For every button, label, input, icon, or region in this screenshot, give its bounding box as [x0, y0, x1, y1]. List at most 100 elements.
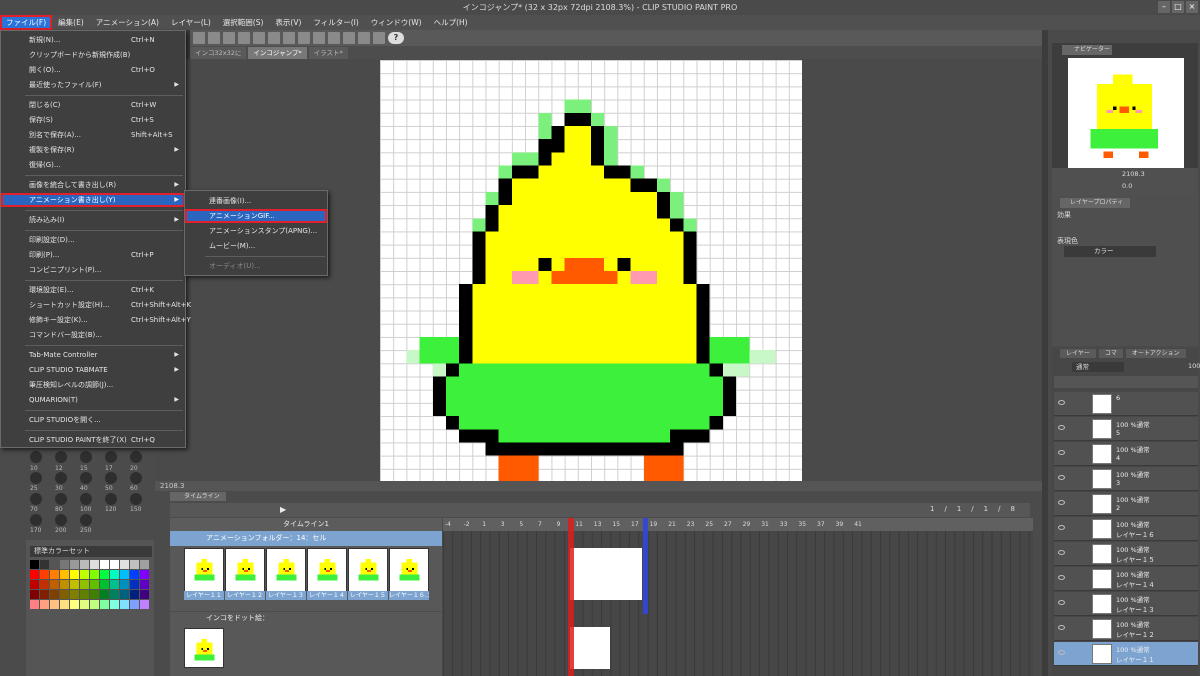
color-swatch[interactable]	[30, 570, 39, 579]
color-swatch[interactable]	[60, 580, 69, 589]
color-swatch[interactable]	[100, 590, 109, 599]
snap-grid-icon[interactable]	[373, 32, 385, 44]
tab-inko-jump[interactable]: インコジャンプ*	[248, 47, 307, 59]
brush-size-dot[interactable]	[105, 451, 117, 463]
timeline-name[interactable]: タイムライン1	[170, 518, 442, 531]
playhead[interactable]	[568, 518, 574, 676]
color-swatch[interactable]	[40, 560, 49, 569]
color-swatch[interactable]	[100, 580, 109, 589]
color-swatch[interactable]	[70, 600, 79, 609]
color-swatch[interactable]	[100, 600, 109, 609]
color-swatch[interactable]	[40, 580, 49, 589]
help-icon[interactable]: ?	[388, 32, 404, 44]
opacity-value[interactable]: 100	[1188, 362, 1200, 370]
invert-selection-icon[interactable]	[328, 32, 340, 44]
color-swatch[interactable]	[60, 560, 69, 569]
color-swatch[interactable]	[70, 570, 79, 579]
file-menu-item[interactable]: 閉じる(C) Ctrl+W	[1, 98, 185, 112]
layer-row[interactable]: 100 %通常 レイヤー１６	[1054, 517, 1198, 541]
file-menu-item[interactable]: コンビニプリント(P)...	[1, 263, 185, 277]
color-swatch[interactable]	[110, 590, 119, 599]
color-swatch[interactable]	[90, 560, 99, 569]
color-swatch[interactable]	[140, 580, 149, 589]
clear-icon[interactable]	[268, 32, 280, 44]
color-set-select[interactable]: 標準カラーセット	[30, 546, 152, 557]
timeline-cel-strip[interactable]	[570, 548, 642, 600]
file-menu-item[interactable]: アニメーション書き出し(Y) ▶	[1, 193, 185, 207]
brush-size-dot[interactable]	[80, 451, 92, 463]
brush-size-dot[interactable]	[130, 451, 142, 463]
brush-size-dot[interactable]	[80, 514, 92, 526]
navigator-tab[interactable]: ナビゲーター	[1062, 45, 1112, 55]
animation-gif-menu-item[interactable]: アニメーションGIF...	[185, 209, 327, 223]
brush-size-dot[interactable]	[30, 514, 42, 526]
menu-layer[interactable]: レイヤー(L)	[165, 15, 217, 30]
file-menu-item[interactable]: ショートカット設定(H)... Ctrl+Shift+Alt+K	[1, 298, 191, 312]
navigator-zoom[interactable]: 2108.3	[1122, 170, 1145, 178]
file-menu-item[interactable]: CLIP STUDIOを開く...	[1, 413, 185, 427]
color-swatch[interactable]	[50, 590, 59, 599]
file-menu-item[interactable]: Tab-Mate Controller ▶	[1, 348, 185, 362]
color-swatch[interactable]	[130, 580, 139, 589]
menu-help[interactable]: ヘルプ(H)	[428, 15, 474, 30]
file-menu-item[interactable]: 印刷(P)... Ctrl+P	[1, 248, 185, 262]
color-swatch[interactable]	[120, 560, 129, 569]
eye-icon[interactable]	[1058, 550, 1065, 555]
color-swatch[interactable]	[60, 570, 69, 579]
file-menu-item[interactable]: 複製を保存(R) ▶	[1, 143, 185, 157]
navigator-rotate[interactable]: 0.0	[1122, 182, 1132, 190]
minimize-button[interactable]: –	[1158, 1, 1170, 13]
submenu-item[interactable]: ムービー(M)...	[185, 239, 327, 253]
file-menu-item[interactable]: 環境設定(E)... Ctrl+K	[1, 283, 185, 297]
color-swatch[interactable]	[50, 580, 59, 589]
brush-size-dot[interactable]	[105, 472, 117, 484]
timeline-frames[interactable]	[443, 531, 1033, 676]
color-swatch[interactable]	[140, 560, 149, 569]
new-file-icon[interactable]	[193, 32, 205, 44]
color-swatch[interactable]	[80, 600, 89, 609]
tab-inko32[interactable]: インコ32x32に	[190, 47, 247, 59]
color-swatch[interactable]	[140, 590, 149, 599]
timeline-keyframe-thumb[interactable]	[570, 627, 610, 669]
color-swatch[interactable]	[70, 580, 79, 589]
color-swatch[interactable]	[80, 590, 89, 599]
layer-row[interactable]: 100 %通常 レイヤー１５	[1054, 542, 1198, 566]
color-swatch[interactable]	[30, 590, 39, 599]
color-swatch[interactable]	[110, 580, 119, 589]
color-swatch[interactable]	[40, 600, 49, 609]
color-swatch[interactable]	[70, 590, 79, 599]
color-swatch[interactable]	[80, 560, 89, 569]
transform-icon[interactable]	[298, 32, 310, 44]
layer-row[interactable]: 100 %通常 レイヤー１２	[1054, 617, 1198, 641]
file-menu-item[interactable]: 読み込み(I) ▶	[1, 213, 185, 227]
color-swatch[interactable]	[40, 570, 49, 579]
color-swatch[interactable]	[130, 570, 139, 579]
color-swatch[interactable]	[130, 560, 139, 569]
color-swatch[interactable]	[110, 560, 119, 569]
layer-row[interactable]: 100 %通常 3	[1054, 467, 1198, 491]
submenu-item[interactable]: 連番画像(I)...	[185, 194, 327, 208]
snap-icon[interactable]	[358, 32, 370, 44]
color-swatch[interactable]	[90, 580, 99, 589]
file-menu-item[interactable]: 修飾キー設定(K)... Ctrl+Shift+Alt+Y	[1, 313, 191, 327]
brush-size-dot[interactable]	[80, 493, 92, 505]
file-menu-item[interactable]: 印刷設定(D)...	[1, 233, 185, 247]
color-swatch[interactable]	[90, 570, 99, 579]
eye-icon[interactable]	[1058, 500, 1065, 505]
menu-view[interactable]: 表示(V)	[269, 15, 307, 30]
deselect-icon[interactable]	[313, 32, 325, 44]
file-menu-item[interactable]: QUMARION(T) ▶	[1, 393, 185, 407]
color-swatch[interactable]	[110, 570, 119, 579]
color-swatch[interactable]	[50, 560, 59, 569]
layer-row[interactable]: 100 %通常 4	[1054, 442, 1198, 466]
color-swatch[interactable]	[130, 600, 139, 609]
color-swatch[interactable]	[120, 590, 129, 599]
ruler-icon[interactable]	[343, 32, 355, 44]
canvas-hscrollbar[interactable]	[155, 481, 1042, 491]
brush-size-dot[interactable]	[55, 493, 67, 505]
file-menu-item[interactable]: クリップボードから新規作成(B)	[1, 48, 185, 62]
brush-size-dot[interactable]	[55, 514, 67, 526]
color-swatch[interactable]	[60, 600, 69, 609]
color-swatch[interactable]	[80, 570, 89, 579]
eye-icon[interactable]	[1058, 600, 1065, 605]
